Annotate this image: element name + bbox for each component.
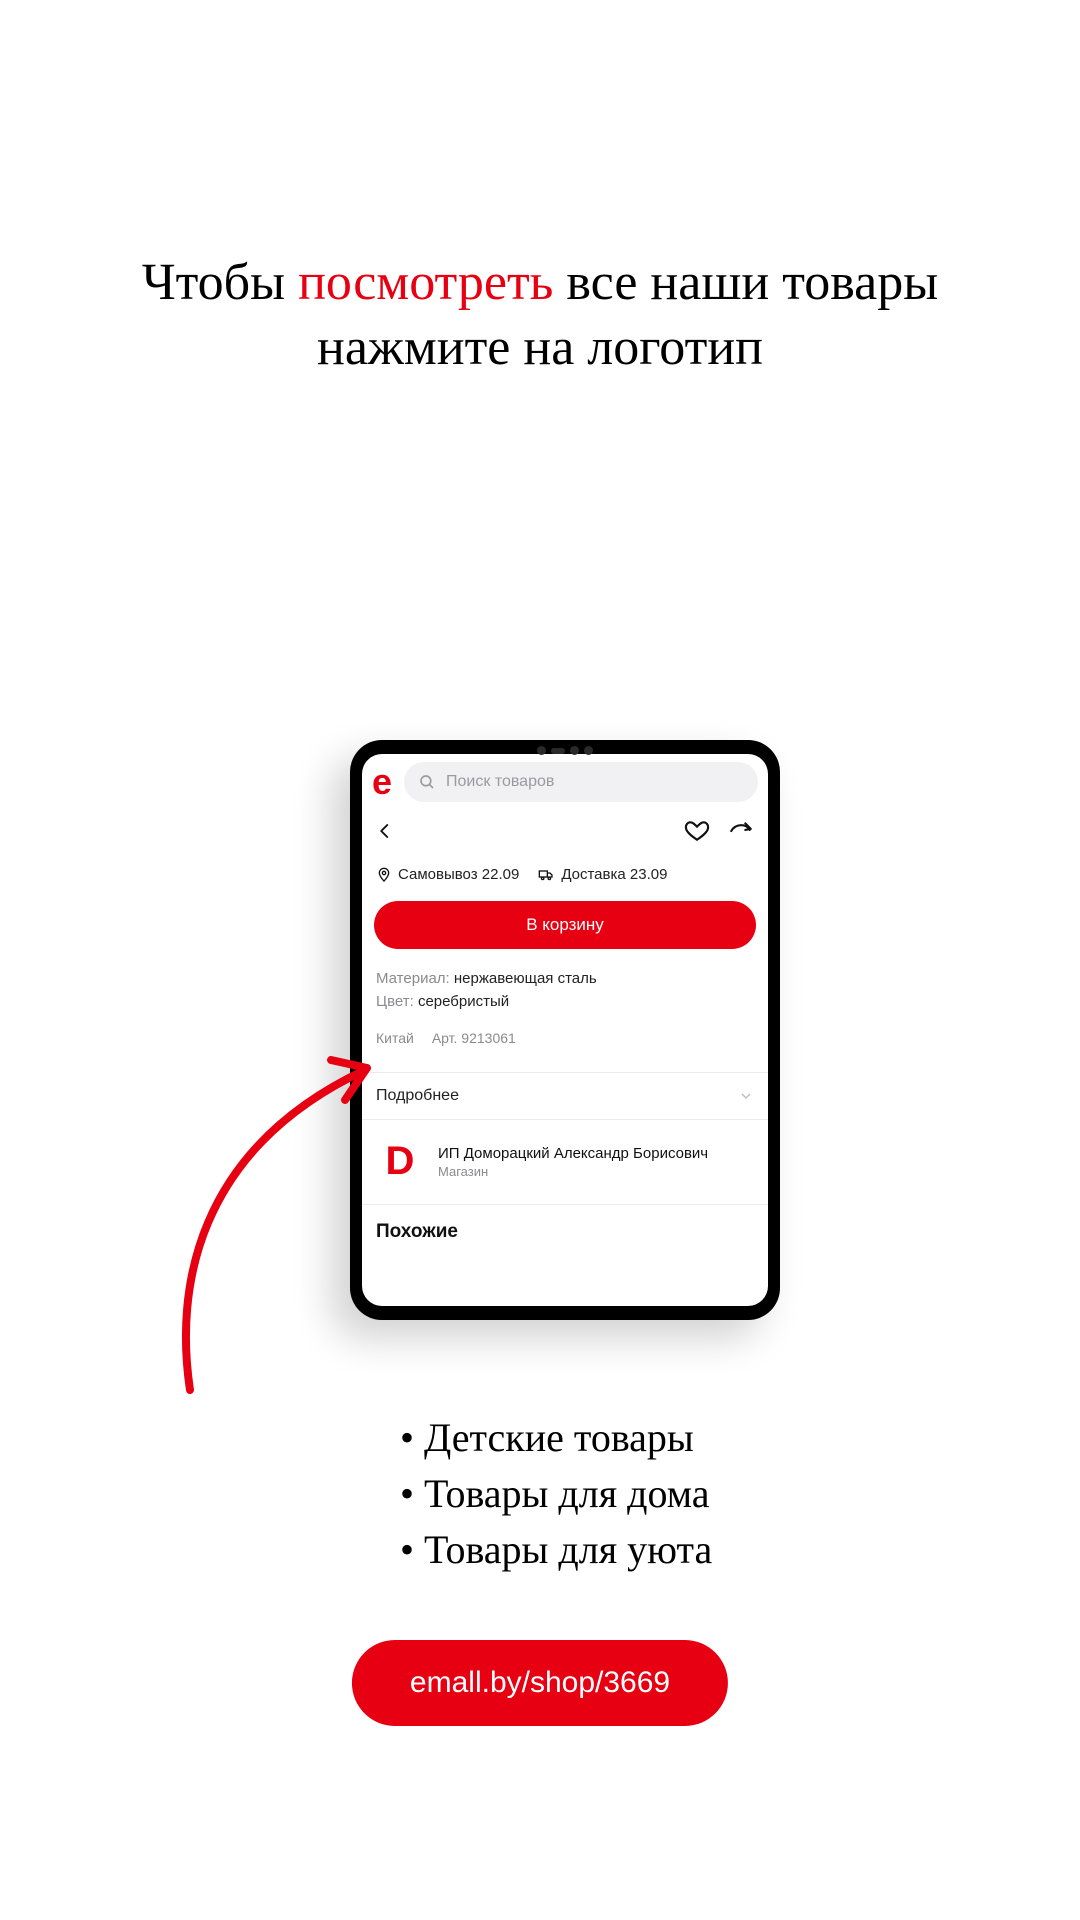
shop-url-button[interactable]: emall.by/shop/3669 [352,1640,728,1726]
nav-row [362,808,768,848]
tablet-screen: e Поиск товаров [362,754,768,1306]
app-header: e Поиск товаров [362,754,768,808]
category-list: Детские товары Товары для дома Товары дл… [400,1410,712,1578]
tablet-camera-notch [537,746,593,755]
delivery-info: Доставка 23.09 [537,866,667,883]
more-details-row[interactable]: Подробнее [362,1072,768,1120]
material-label: Материал: [376,970,450,987]
headline-part2: все наши товары [553,254,938,311]
headline-accent: посмотреть [298,254,553,311]
color-label: Цвет: [376,993,414,1010]
tablet-frame: e Поиск товаров [350,740,780,1320]
similar-heading: Похожие [362,1205,768,1243]
color-value: серебристый [418,993,509,1010]
shop-url-text: emall.by/shop/3669 [410,1666,670,1699]
pickup-info: Самовывоз 22.09 [376,866,519,883]
product-meta: Китай Арт. 9213061 [362,1028,768,1046]
search-icon [418,773,436,791]
list-item: Товары для дома [400,1466,712,1522]
add-to-cart-button[interactable]: В корзину [374,901,756,949]
more-label: Подробнее [376,1087,459,1105]
location-icon [376,867,392,883]
headline-part1: Чтобы [142,254,298,311]
search-input[interactable]: Поиск товаров [404,762,758,802]
material-value: нержавеющая сталь [454,970,597,987]
delivery-label: Доставка 23.09 [561,866,667,883]
seller-row[interactable]: D ИП Доморацкий Александр Борисович Мага… [362,1120,768,1205]
product-specs: Материал: нержавеющая сталь Цвет: серебр… [362,967,768,1028]
delivery-row: Самовывоз 22.09 Доставка 23.09 [362,848,768,897]
country: Китай [376,1030,414,1046]
heart-icon[interactable] [684,818,710,844]
list-item: Детские товары [400,1410,712,1466]
back-icon[interactable] [376,819,394,843]
share-icon[interactable] [728,818,754,844]
seller-logo[interactable]: D [376,1138,424,1186]
list-item: Товары для уюта [400,1522,712,1578]
app-logo[interactable]: e [372,764,392,800]
article-number: Арт. 9213061 [432,1030,516,1046]
pickup-label: Самовывоз 22.09 [398,866,519,883]
search-placeholder: Поиск товаров [446,773,554,791]
chevron-down-icon [738,1088,754,1104]
headline: Чтобы посмотреть все наши товары нажмите… [0,250,1080,380]
seller-subtitle: Магазин [438,1164,754,1179]
truck-icon [537,867,555,883]
cart-button-label: В корзину [526,915,604,935]
headline-line2: нажмите на логотип [317,319,763,376]
seller-name: ИП Доморацкий Александр Борисович [438,1145,754,1162]
